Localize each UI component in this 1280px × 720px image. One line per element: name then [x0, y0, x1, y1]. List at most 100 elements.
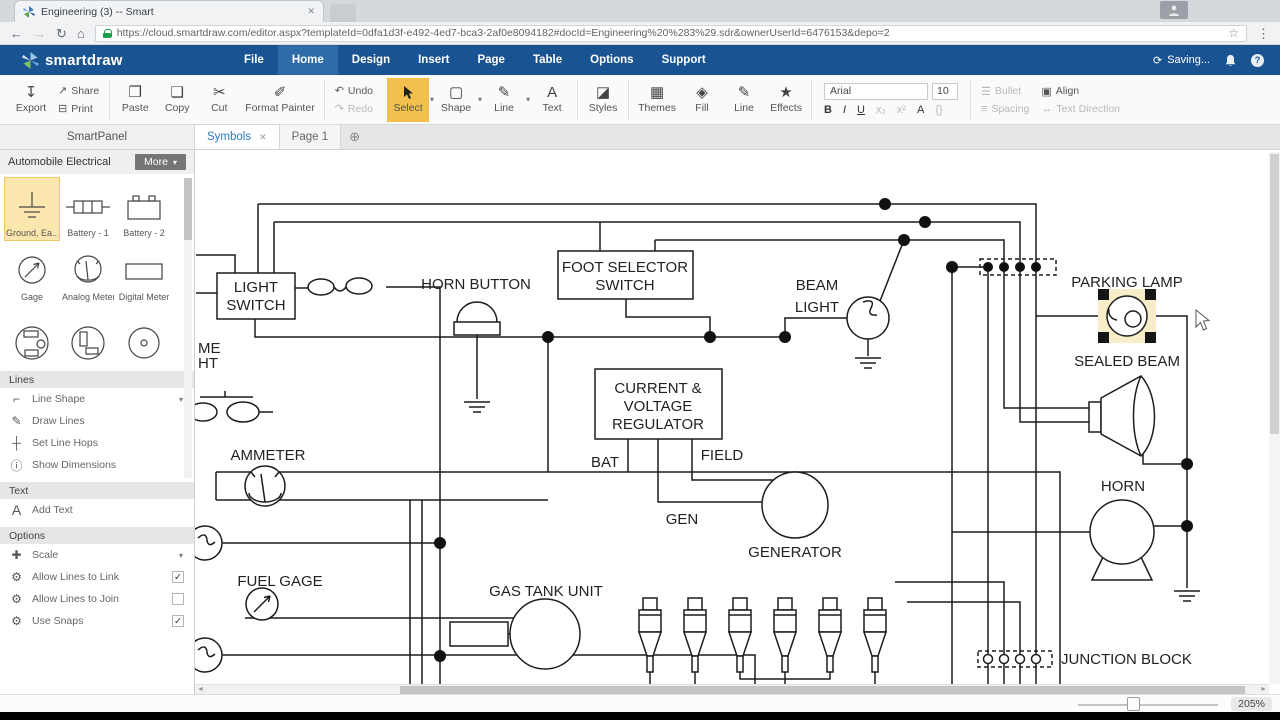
gas-tank-unit[interactable]: GAS TANK UNIT — [489, 583, 603, 669]
light-switch[interactable]: LIGHT SWITCH — [217, 273, 295, 319]
tab-close-icon[interactable]: ✕ — [307, 6, 315, 17]
redo-button[interactable]: ↷Redo — [335, 102, 373, 115]
fuse-symbol[interactable] — [308, 278, 372, 295]
symbol-analog-meter[interactable]: Analog Meter — [61, 242, 115, 304]
reload-icon[interactable]: ↻ — [56, 27, 67, 40]
use-snaps-checkbox[interactable]: ✓ — [172, 615, 184, 627]
sealed-beam[interactable]: SEALED BEAM — [1074, 353, 1180, 456]
menu-insert[interactable]: Insert — [404, 45, 463, 75]
line-tool-button[interactable]: ✎Line — [483, 78, 525, 122]
text-direction-button[interactable]: ↔Text Direction — [1041, 103, 1120, 115]
font-size-select[interactable]: 10 — [932, 83, 958, 100]
beam-light[interactable]: BEAM LIGHT — [795, 277, 889, 339]
styles-button[interactable]: ◪Styles — [582, 78, 624, 122]
vscroll-thumb[interactable] — [1270, 154, 1279, 434]
symbol-battery-2[interactable]: Battery - 2 — [117, 178, 171, 240]
tab-page-1[interactable]: Page 1 — [280, 125, 341, 149]
line-dropdown-icon[interactable]: ▾ — [526, 95, 530, 104]
voltage-regulator[interactable]: CURRENT & VOLTAGE REGULATOR — [595, 369, 722, 439]
menu-design[interactable]: Design — [338, 45, 404, 75]
menu-options[interactable]: Options — [576, 45, 647, 75]
copy-button[interactable]: ❏Copy — [156, 78, 198, 122]
back-icon[interactable]: ← — [10, 27, 23, 40]
export-button[interactable]: ↧ Export — [10, 78, 52, 122]
add-page-icon[interactable]: ⊕ — [341, 125, 368, 149]
horizontal-scrollbar[interactable]: ◄ ► — [195, 684, 1269, 694]
zoom-slider-handle[interactable] — [1127, 697, 1140, 711]
address-bar[interactable]: https://cloud.smartdraw.com/editor.aspx?… — [95, 25, 1247, 42]
allow-lines-link-item[interactable]: ⚙Allow Lines to Link✓ — [0, 566, 194, 588]
themes-button[interactable]: ▦Themes — [633, 78, 681, 122]
line-style-button[interactable]: ✎Line — [723, 78, 765, 122]
allow-lines-link-checkbox[interactable]: ✓ — [172, 571, 184, 583]
browser-tab[interactable]: Engineering (3) -- Smart ✕ — [14, 0, 324, 22]
more-symbols-button[interactable]: More▾ — [135, 154, 186, 170]
select-dropdown-icon[interactable]: ▾ — [430, 95, 434, 104]
set-line-hops-item[interactable]: ┼Set Line Hops — [0, 432, 194, 454]
foot-selector-switch[interactable]: FOOT SELECTOR SWITCH — [558, 251, 693, 299]
fuel-gage[interactable]: FUEL GAGE — [237, 573, 322, 620]
symbol-extra-1[interactable] — [5, 306, 59, 368]
font-name-select[interactable]: Arial — [824, 83, 928, 100]
notification-bell-icon[interactable] — [1224, 54, 1237, 67]
tab-symbols[interactable]: Symbols ✕ — [195, 125, 280, 149]
symbol-extra-3[interactable] — [117, 306, 171, 368]
print-button[interactable]: ⊟Print — [58, 102, 99, 115]
scale-item[interactable]: ✚Scale▾ — [0, 544, 194, 566]
spacing-button[interactable]: ≡Spacing — [981, 103, 1029, 115]
close-symbols-tab-icon[interactable]: ✕ — [259, 132, 267, 143]
line-shape-item[interactable]: ⌐Line Shape▾ — [0, 388, 194, 410]
paste-button[interactable]: ❒Paste — [114, 78, 156, 122]
add-text-item[interactable]: AAdd Text — [0, 499, 194, 521]
align-button[interactable]: ▣Align — [1041, 85, 1120, 98]
browser-menu-icon[interactable]: ⋮ — [1257, 27, 1270, 40]
menu-page[interactable]: Page — [463, 45, 519, 75]
superscript-button[interactable]: x² — [897, 104, 906, 116]
generator[interactable]: GENERATOR — [748, 472, 842, 561]
new-tab-button[interactable] — [330, 4, 356, 22]
line-shape-dropdown-icon[interactable]: ▾ — [179, 395, 183, 404]
bold-button[interactable]: B — [824, 104, 832, 116]
text-tool-button[interactable]: AText — [531, 78, 573, 122]
zoom-slider[interactable] — [1078, 704, 1218, 706]
menu-support[interactable]: Support — [648, 45, 720, 75]
vertical-scrollbar[interactable] — [1269, 152, 1280, 684]
symbol-gage[interactable]: Gage — [5, 242, 59, 304]
share-button[interactable]: ↗Share — [58, 84, 99, 97]
menu-home[interactable]: Home — [278, 45, 338, 75]
cut-button[interactable]: ✂Cut — [198, 78, 240, 122]
horn-button[interactable]: HORN BUTTON — [421, 276, 531, 335]
show-dimensions-item[interactable]: ⓘShow Dimensions — [0, 454, 194, 476]
bookmark-star-icon[interactable]: ☆ — [1228, 26, 1239, 40]
horn[interactable]: HORN — [1090, 478, 1154, 580]
underline-button[interactable]: U — [857, 104, 865, 116]
parking-lamp[interactable]: PARKING LAMP — [1071, 274, 1182, 343]
shape-dropdown-icon[interactable]: ▾ — [478, 95, 482, 104]
draw-lines-item[interactable]: ✎Draw Lines — [0, 410, 194, 432]
selection-handle[interactable] — [1098, 332, 1109, 343]
subscript-button[interactable]: x₂ — [876, 104, 886, 116]
forward-icon[interactable]: → — [33, 27, 46, 40]
help-icon[interactable]: ? — [1251, 54, 1264, 67]
panel-scrollbar[interactable] — [184, 178, 192, 478]
fill-button[interactable]: ◈Fill — [681, 78, 723, 122]
allow-lines-join-item[interactable]: ⚙Allow Lines to Join — [0, 588, 194, 610]
symbol-digital-meter[interactable]: Digital Meter — [117, 242, 171, 304]
italic-button[interactable]: I — [843, 104, 846, 116]
profile-icon[interactable] — [1160, 1, 1188, 19]
symbol-battery-1[interactable]: Battery - 1 — [61, 178, 115, 240]
selection-handle[interactable] — [1145, 332, 1156, 343]
home-icon[interactable]: ⌂ — [77, 27, 85, 40]
use-snaps-item[interactable]: ⚙Use Snaps✓ — [0, 610, 194, 632]
allow-lines-join-checkbox[interactable] — [172, 593, 184, 605]
scale-dropdown-icon[interactable]: ▾ — [179, 551, 183, 560]
format-painter-button[interactable]: ✐Format Painter — [240, 78, 319, 122]
undo-button[interactable]: ↶Undo — [335, 84, 373, 97]
effects-button[interactable]: ★Effects — [765, 78, 807, 122]
hscroll-thumb[interactable] — [400, 686, 1245, 694]
ammeter[interactable]: AMMETER — [231, 447, 306, 506]
symbol-button[interactable]: {} — [935, 104, 942, 116]
select-tool-button[interactable]: Select — [387, 78, 429, 122]
connector-plugs[interactable] — [639, 598, 886, 672]
drawing-canvas[interactable]: LIGHT SWITCH FOOT SELECTOR SWITCH CURREN… — [195, 150, 1280, 694]
